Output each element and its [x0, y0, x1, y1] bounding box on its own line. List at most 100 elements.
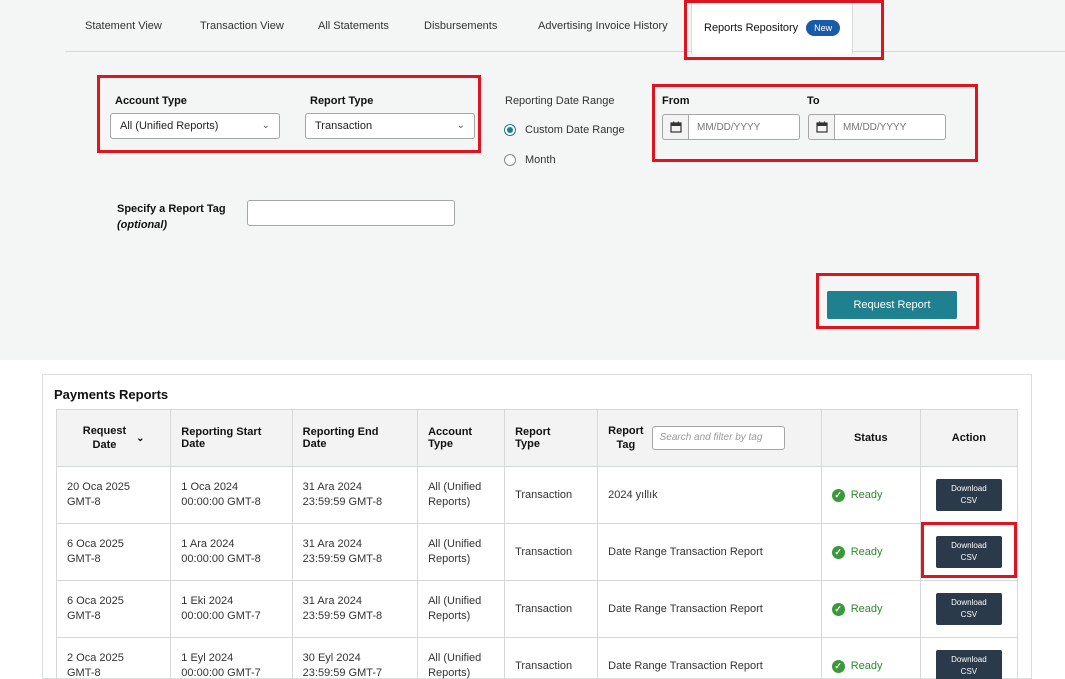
request-timezone: GMT-8 [67, 496, 101, 508]
highlight-download-button [921, 522, 1017, 578]
action-cell: Download CSV [919, 580, 1019, 638]
start-date-cell: 1 Ara 2024 00:00:00 GMT-8 [170, 523, 293, 581]
column-status: Status [820, 409, 921, 467]
column-report-type-line2: Type [515, 438, 540, 450]
download-csv-button[interactable]: Download CSV [935, 593, 1002, 625]
highlight-request-button [816, 273, 979, 329]
request-timezone: GMT-8 [67, 553, 101, 565]
account-type-cell: All (Unified Reports) [417, 637, 506, 679]
end-date-cell: 31 Ara 2024 23:59:59 GMT-8 [291, 580, 419, 638]
start-time: 00:00:00 GMT-7 [181, 667, 261, 679]
tab-bar: Statement View Transaction View All Stat… [65, 0, 1065, 54]
start-time: 00:00:00 GMT-8 [181, 553, 261, 565]
request-date: 20 Oca 2025 [67, 481, 130, 493]
highlight-date-range [652, 84, 978, 162]
tab-advertising-invoice-history[interactable]: Advertising Invoice History [538, 0, 668, 52]
status-cell: ✓ Ready [820, 523, 921, 581]
month-label: Month [525, 154, 556, 166]
csv-label: CSV [960, 610, 978, 619]
highlight-type-selectors [97, 75, 481, 153]
month-radio[interactable] [504, 154, 516, 166]
status-cell: ✓ Ready [820, 637, 921, 679]
sort-chevron-icon[interactable]: ⌄ [136, 433, 144, 444]
column-account-type: Account Type [417, 409, 506, 467]
end-time: 23:59:59 GMT-8 [302, 553, 383, 565]
report-type-cell: Transaction [504, 466, 599, 524]
column-start-date-line2: Date [181, 438, 206, 450]
account-type-cell: All (Unified Reports) [417, 523, 506, 581]
column-request-date-line1: Request [82, 425, 127, 437]
status-badge: ✓ Ready [831, 488, 883, 503]
download-csv-button[interactable]: Download CSV [935, 650, 1002, 679]
report-tag-input[interactable] [247, 200, 455, 226]
column-end-date: Reporting End Date [291, 409, 419, 467]
highlight-reports-tab [684, 0, 884, 60]
status-text: Ready [850, 659, 883, 672]
start-time: 00:00:00 GMT-7 [181, 610, 261, 622]
start-date-cell: 1 Eki 2024 00:00:00 GMT-7 [170, 580, 293, 638]
column-account-type-line1: Account [428, 426, 473, 438]
start-date: 1 Eyl 2024 [181, 652, 234, 664]
download-csv-button[interactable]: Download CSV [935, 479, 1002, 511]
end-date: 30 Eyl 2024 [302, 652, 361, 664]
action-cell: Download CSV [919, 466, 1019, 524]
status-cell: ✓ Ready [820, 466, 921, 524]
column-account-type-line2: Type [428, 438, 453, 450]
tag-search-input[interactable]: Search and filter by tag [651, 426, 785, 450]
check-circle-icon: ✓ [831, 659, 845, 673]
request-date-cell: 6 Oca 2025 GMT-8 [55, 523, 172, 581]
report-type-cell: Transaction [504, 580, 599, 638]
column-report-tag: Report Tag Search and filter by tag [597, 409, 822, 467]
request-timezone: GMT-8 [67, 667, 101, 679]
end-date-cell: 31 Ara 2024 23:59:59 GMT-8 [291, 523, 419, 581]
column-start-date-line1: Reporting Start [181, 426, 262, 438]
start-date-cell: 1 Oca 2024 00:00:00 GMT-8 [170, 466, 293, 524]
account-type-line2: Reports) [428, 496, 471, 508]
check-circle-icon: ✓ [831, 602, 845, 616]
table-row: 20 Oca 2025 GMT-8 1 Oca 2024 00:00:00 GMT-… [55, 466, 1019, 524]
date-range-label: Reporting Date Range [505, 95, 615, 107]
column-action: Action [919, 409, 1019, 467]
start-date: 1 Ara 2024 [181, 538, 235, 550]
column-start-date: Reporting Start Date [170, 409, 293, 467]
csv-label: CSV [960, 667, 978, 676]
payments-reports-title: Payments Reports [54, 387, 169, 402]
column-end-date-line1: Reporting End [302, 426, 379, 438]
account-type-cell: All (Unified Reports) [417, 466, 506, 524]
column-report-type: Report Type [504, 409, 599, 467]
report-tag-optional: (optional) [117, 219, 168, 231]
tab-statement-view[interactable]: Statement View [85, 0, 162, 52]
download-label: Download [951, 598, 987, 607]
column-report-tag-line2: Tag [616, 439, 636, 451]
action-cell: Download CSV [919, 637, 1019, 679]
column-report-tag-line1: Report [608, 425, 644, 437]
download-label: Download [951, 655, 987, 664]
end-date: 31 Ara 2024 [302, 538, 363, 550]
end-time: 23:59:59 GMT-7 [302, 667, 383, 679]
status-text: Ready [850, 488, 883, 501]
table-row: 6 Oca 2025 GMT-8 1 Ara 2024 00:00:00 GMT-8… [55, 523, 1019, 581]
end-date-cell: 31 Ara 2024 23:59:59 GMT-8 [291, 466, 419, 524]
account-type-line1: All (Unified [428, 595, 482, 607]
request-date-cell: 6 Oca 2025 GMT-8 [55, 580, 172, 638]
column-request-date-line2: Date [92, 439, 117, 451]
status-badge: ✓ Ready [831, 659, 883, 674]
custom-range-label: Custom Date Range [525, 124, 625, 136]
tab-transaction-view[interactable]: Transaction View [200, 0, 284, 52]
request-date: 2 Oca 2025 [67, 652, 124, 664]
tab-disbursements[interactable]: Disbursements [424, 0, 497, 52]
report-tag-label: Specify a Report Tag [117, 203, 226, 215]
custom-range-radio[interactable] [504, 124, 516, 136]
table-row: 6 Oca 2025 GMT-8 1 Eki 2024 00:00:00 GMT-7… [55, 580, 1019, 638]
column-request-date[interactable]: Request Date ⌄ [55, 409, 172, 467]
request-date: 6 Oca 2025 [67, 595, 124, 607]
start-date: 1 Eki 2024 [181, 595, 234, 607]
request-date-cell: 20 Oca 2025 GMT-8 [55, 466, 172, 524]
status-text: Ready [850, 602, 883, 615]
report-tag-cell: Date Range Transaction Report [597, 637, 822, 679]
tab-all-statements[interactable]: All Statements [318, 0, 389, 52]
status-cell: ✓ Ready [820, 580, 921, 638]
account-type-cell: All (Unified Reports) [417, 580, 506, 638]
status-badge: ✓ Ready [831, 545, 882, 560]
request-timezone: GMT-8 [67, 610, 101, 622]
